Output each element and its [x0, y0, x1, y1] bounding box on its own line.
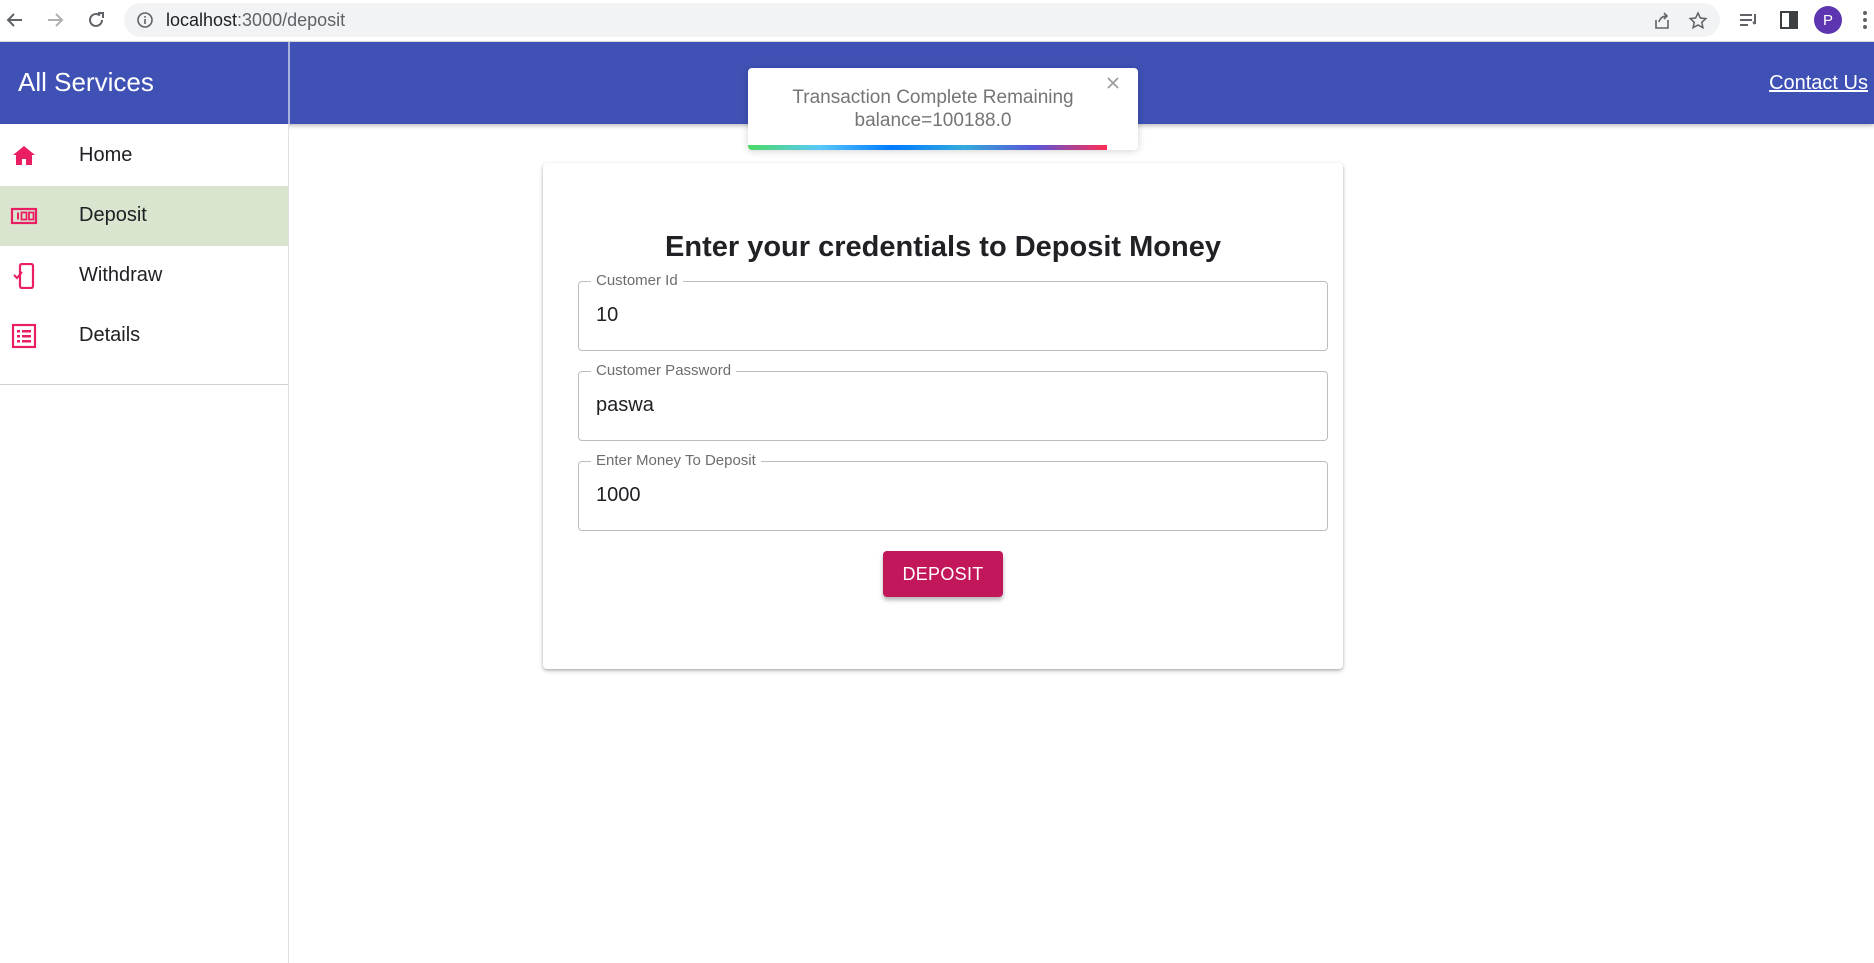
customer-password-label: Customer Password	[591, 362, 737, 379]
phone-check-icon	[10, 262, 38, 290]
reading-list-icon[interactable]	[1738, 9, 1760, 31]
more-menu-icon[interactable]	[1862, 8, 1868, 32]
customer-id-field[interactable]: Customer Id	[578, 272, 1328, 351]
sidebar-item-label: Home	[79, 144, 133, 166]
sidebar-divider	[0, 384, 288, 385]
customer-password-input[interactable]	[596, 394, 1296, 417]
share-icon[interactable]	[1652, 11, 1672, 31]
sidebar-item-details[interactable]: Details	[0, 306, 288, 366]
sidebar-item-deposit[interactable]: Deposit	[0, 186, 288, 246]
sidebar: Home Deposit Withdraw Details	[0, 124, 289, 963]
customer-password-field[interactable]: Customer Password	[578, 362, 1328, 441]
deposit-amount-field[interactable]: Enter Money To Deposit	[578, 452, 1328, 531]
app-bar-divider	[288, 42, 290, 124]
deposit-amount-label: Enter Money To Deposit	[591, 452, 761, 469]
toast-progress-bar	[748, 145, 1107, 150]
info-icon[interactable]	[136, 11, 154, 29]
list-icon	[10, 323, 38, 349]
customer-id-input[interactable]	[596, 304, 1296, 327]
close-icon[interactable]	[1106, 76, 1120, 90]
sidebar-item-home[interactable]: Home	[0, 126, 288, 186]
browser-toolbar: localhost:3000/deposit P	[0, 0, 1874, 42]
deposit-button[interactable]: DEPOSIT	[883, 551, 1003, 597]
side-panel-icon[interactable]	[1778, 9, 1800, 31]
profile-avatar[interactable]: P	[1814, 6, 1842, 34]
sidebar-item-label: Deposit	[79, 204, 147, 226]
toast-message: Transaction Complete Remaining balance=1…	[792, 87, 1074, 131]
form-title: Enter your credentials to Deposit Money	[665, 231, 1221, 263]
home-icon	[10, 143, 38, 169]
reload-icon[interactable]	[83, 7, 109, 33]
customer-id-label: Customer Id	[591, 272, 683, 289]
sidebar-item-label: Withdraw	[79, 264, 163, 286]
back-icon[interactable]	[2, 7, 28, 33]
money-icon	[10, 203, 38, 229]
app-title: All Services	[18, 67, 154, 97]
bookmark-star-icon[interactable]	[1688, 11, 1708, 31]
sidebar-item-withdraw[interactable]: Withdraw	[0, 246, 288, 306]
contact-us-link[interactable]: Contact Us	[1769, 72, 1868, 95]
deposit-amount-input[interactable]	[596, 484, 1296, 507]
address-bar[interactable]: localhost:3000/deposit	[124, 3, 1720, 37]
forward-icon[interactable]	[42, 7, 68, 33]
deposit-form-card: Enter your credentials to Deposit Money …	[543, 163, 1343, 669]
url-text: localhost:3000/deposit	[166, 10, 346, 30]
sidebar-item-label: Details	[79, 324, 141, 346]
toast-notification: Transaction Complete Remaining balance=1…	[748, 68, 1138, 150]
